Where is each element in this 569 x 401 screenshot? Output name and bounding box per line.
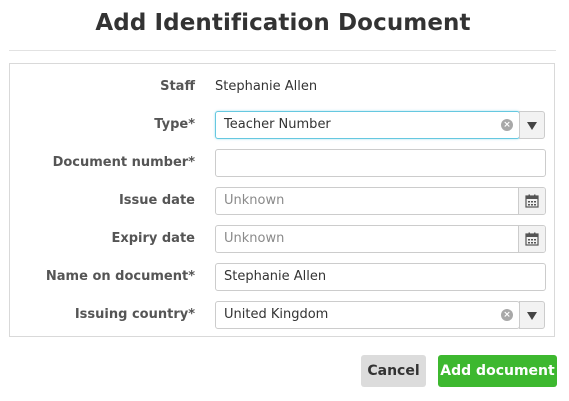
expiry-date-placeholder: Unknown xyxy=(224,231,285,246)
issue-date-field[interactable]: Unknown xyxy=(215,187,546,215)
name-on-document-field[interactable]: Stephanie Allen xyxy=(215,263,546,291)
issue-date-placeholder: Unknown xyxy=(224,193,285,208)
name-on-document-label: Name on document* xyxy=(45,269,195,284)
name-on-document-value: Stephanie Allen xyxy=(224,269,327,284)
expiry-date-label: Expiry date xyxy=(111,231,195,246)
type-dropdown-button[interactable] xyxy=(519,111,545,139)
issuing-country-label: Issuing country* xyxy=(74,307,195,322)
document-number-label: Document number* xyxy=(52,155,195,170)
type-row: Type* Teacher Number × xyxy=(9,111,569,139)
issue-date-label: Issue date xyxy=(118,193,195,208)
type-label: Type* xyxy=(154,117,195,132)
issuing-country-value: United Kingdom xyxy=(224,307,329,322)
expiry-date-calendar-button[interactable] xyxy=(518,226,545,252)
issue-date-calendar-button[interactable] xyxy=(518,188,545,214)
type-select-value: Teacher Number xyxy=(224,117,331,132)
expiry-date-row: Expiry date Unknown xyxy=(9,225,569,253)
staff-label: Staff xyxy=(160,79,195,94)
issuing-country-row: Issuing country* United Kingdom × xyxy=(9,301,569,329)
type-select[interactable]: Teacher Number × xyxy=(215,111,520,139)
calendar-icon xyxy=(525,232,539,246)
title-divider xyxy=(9,50,556,51)
expiry-date-field[interactable]: Unknown xyxy=(215,225,546,253)
issuing-country-select[interactable]: United Kingdom × xyxy=(215,301,520,329)
issue-date-row: Issue date Unknown xyxy=(9,187,569,215)
chevron-down-icon xyxy=(527,312,537,320)
document-number-row: Document number* xyxy=(9,149,569,177)
add-document-button[interactable]: Add document xyxy=(438,355,557,387)
clear-icon[interactable]: × xyxy=(501,309,513,321)
calendar-icon xyxy=(525,194,539,208)
document-number-field[interactable] xyxy=(215,149,546,177)
dialog-title: Add Identification Document xyxy=(95,10,471,36)
clear-icon[interactable]: × xyxy=(501,119,513,131)
chevron-down-icon xyxy=(527,122,537,130)
staff-value: Stephanie Allen xyxy=(215,79,318,94)
staff-row: Staff Stephanie Allen xyxy=(9,73,569,101)
issuing-country-dropdown-button[interactable] xyxy=(519,301,545,329)
cancel-button[interactable]: Cancel xyxy=(361,355,426,387)
name-on-document-row: Name on document* Stephanie Allen xyxy=(9,263,569,291)
add-identification-document-dialog: Add Identification Document Staff Stepha… xyxy=(0,0,569,401)
